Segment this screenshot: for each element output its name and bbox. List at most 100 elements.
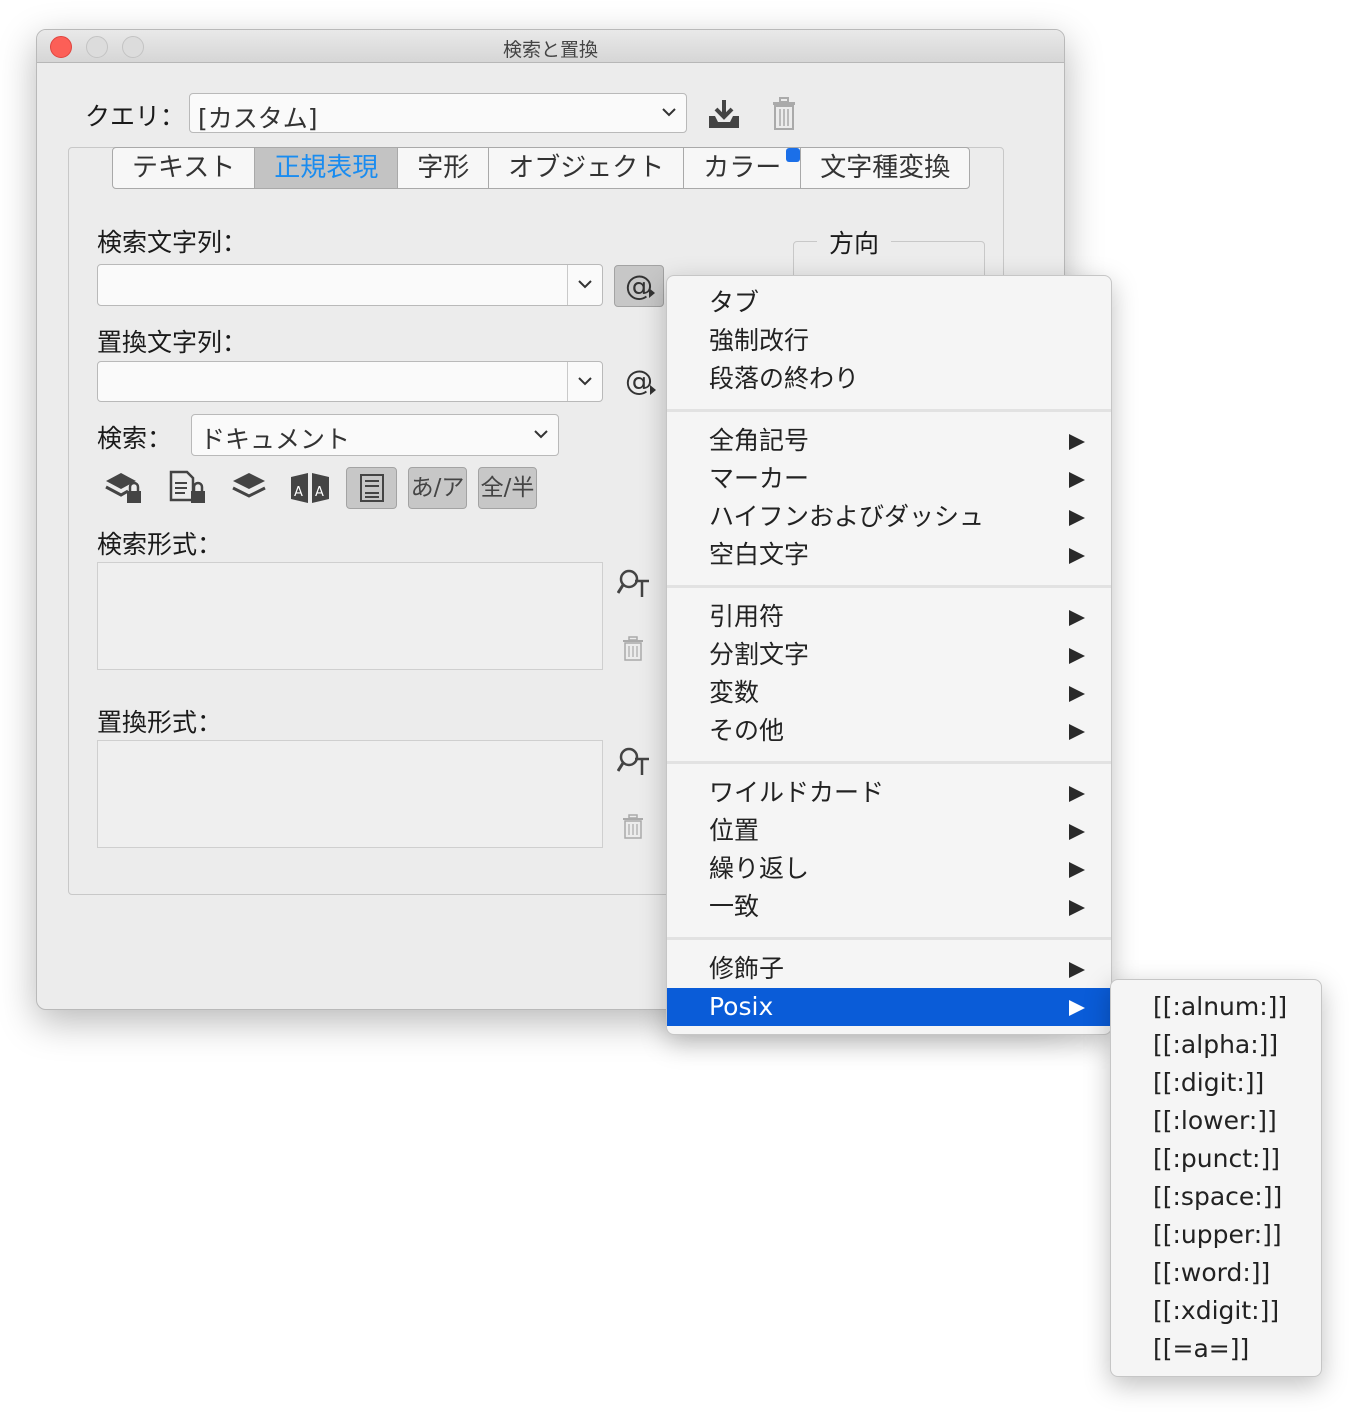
query-select[interactable]: [カスタム] xyxy=(189,93,687,133)
tab-text[interactable]: テキスト xyxy=(113,148,256,188)
submenu-arrow-icon xyxy=(1069,862,1085,878)
submenu-arrow-icon xyxy=(1069,548,1085,564)
submenu-arrow-icon xyxy=(1069,686,1085,702)
submenu-arrow-icon xyxy=(1069,724,1085,740)
at-icon: @ xyxy=(625,364,653,397)
find-input[interactable] xyxy=(97,264,603,306)
chevron-down-icon xyxy=(524,415,558,455)
submenu-item[interactable]: [[:alpha:]] xyxy=(1111,1026,1321,1064)
submenu-item[interactable]: [[:space:]] xyxy=(1111,1178,1321,1216)
submenu-item[interactable]: [[=a=]] xyxy=(1111,1330,1321,1368)
submenu-arrow-icon xyxy=(1069,610,1085,626)
menu-item[interactable]: 段落の終わり xyxy=(667,360,1111,398)
menu-item[interactable]: ハイフンおよびダッシュ xyxy=(667,498,1111,536)
specify-change-format-icon[interactable] xyxy=(617,746,651,776)
submenu-arrow-icon xyxy=(1069,472,1085,488)
menu-item[interactable]: 分割文字 xyxy=(667,636,1111,674)
search-scope-select[interactable]: ドキュメント xyxy=(191,414,559,456)
menu-item[interactable]: ワイルドカード xyxy=(667,774,1111,812)
menu-item-label: 繰り返し xyxy=(709,854,810,883)
query-label: クエリ： xyxy=(85,102,186,131)
menu-item[interactable]: 位置 xyxy=(667,812,1111,850)
tab-color[interactable]: カラー xyxy=(684,148,802,188)
change-input[interactable] xyxy=(97,361,603,402)
menu-item-label: 空白文字 xyxy=(709,540,810,569)
notification-dot xyxy=(786,148,801,162)
submenu-arrow-icon xyxy=(1069,648,1085,664)
change-format-label: 置換形式： xyxy=(97,708,223,737)
window-title: 検索と置換 xyxy=(502,39,598,61)
clear-change-format-icon[interactable] xyxy=(622,814,644,840)
change-special-characters-button[interactable]: @ xyxy=(614,361,664,403)
tab-glyph[interactable]: 字形 xyxy=(398,148,490,188)
submenu-item[interactable]: [[:punct:]] xyxy=(1111,1140,1321,1178)
submenu-item[interactable]: [[:xdigit:]] xyxy=(1111,1292,1321,1330)
menu-item-label: Posix xyxy=(709,992,774,1021)
menu-item[interactable]: 繰り返し xyxy=(667,850,1111,888)
menu-item-posix[interactable]: Posix xyxy=(667,988,1111,1026)
query-value: [カスタム] xyxy=(198,104,318,133)
menu-item-label: 位置 xyxy=(709,816,760,845)
tab-color-label: カラー xyxy=(703,153,782,183)
change-format-box[interactable] xyxy=(97,740,603,848)
tab-transliterate[interactable]: 文字種変換 xyxy=(801,148,969,188)
find-label: 検索文字列： xyxy=(97,228,248,257)
submenu-item[interactable]: [[:upper:]] xyxy=(1111,1216,1321,1254)
menu-item[interactable]: 強制改行 xyxy=(667,322,1111,360)
tab-grep[interactable]: 正規表現 xyxy=(255,148,399,188)
menu-separator xyxy=(667,585,1111,588)
include-hidden-layers-icon[interactable] xyxy=(227,467,273,509)
menu-item[interactable]: タブ xyxy=(667,284,1111,322)
specify-find-format-icon[interactable] xyxy=(617,568,651,598)
submenu-item[interactable]: [[:word:]] xyxy=(1111,1254,1321,1292)
submenu-item[interactable]: [[:lower:]] xyxy=(1111,1102,1321,1140)
submenu-arrow-icon xyxy=(1069,962,1085,978)
find-format-label: 検索形式： xyxy=(97,530,223,559)
include-locked-stories-icon[interactable] xyxy=(165,467,211,509)
submenu-arrow-icon xyxy=(1069,1000,1085,1016)
menu-item-label: マーカー xyxy=(709,464,810,493)
menu-item[interactable]: マーカー xyxy=(667,460,1111,498)
menu-item[interactable]: 一致 xyxy=(667,888,1111,926)
menu-item-label: 引用符 xyxy=(709,602,785,631)
chevron-down-icon[interactable] xyxy=(567,265,602,305)
svg-text:A: A xyxy=(294,485,303,500)
search-label: 検索： xyxy=(97,424,173,453)
footnote-icon xyxy=(359,474,384,502)
chevron-down-icon[interactable] xyxy=(567,362,602,401)
search-scope-value: ドキュメント xyxy=(200,425,351,454)
save-query-icon[interactable] xyxy=(706,98,742,130)
submenu-arrow-icon xyxy=(1069,786,1085,802)
kana-sensitive-button[interactable]: あ/ア xyxy=(408,467,467,509)
clear-find-format-icon[interactable] xyxy=(622,636,644,662)
include-locked-layers-icon[interactable] xyxy=(101,467,147,509)
svg-text:A: A xyxy=(315,485,324,500)
special-characters-menu: タブ 強制改行 段落の終わり 全角記号 マーカー ハイフンおよびダッシュ 空白文… xyxy=(666,275,1112,1035)
submenu-item[interactable]: [[:digit:]] xyxy=(1111,1064,1321,1102)
menu-separator xyxy=(667,761,1111,764)
include-footnotes-button[interactable] xyxy=(346,467,397,509)
menu-item[interactable]: 空白文字 xyxy=(667,536,1111,574)
change-label: 置換文字列： xyxy=(97,328,248,357)
menu-item-label: その他 xyxy=(709,716,785,745)
find-format-box[interactable] xyxy=(97,562,603,670)
submenu-arrow-icon xyxy=(1069,510,1085,526)
find-special-characters-button[interactable]: @ xyxy=(614,265,664,307)
menu-item[interactable]: 全角記号 xyxy=(667,422,1111,460)
menu-item[interactable]: 修飾子 xyxy=(667,950,1111,988)
tab-bar: テキスト 正規表現 字形 オブジェクト カラー 文字種変換 xyxy=(112,147,971,189)
menu-separator xyxy=(667,409,1111,412)
chevron-down-icon xyxy=(652,94,686,132)
width-sensitive-button[interactable]: 全/半 xyxy=(478,467,537,509)
include-master-pages-icon[interactable]: A A xyxy=(287,467,333,509)
menu-item[interactable]: 変数 xyxy=(667,674,1111,712)
submenu-item[interactable]: [[:alnum:]] xyxy=(1111,988,1321,1026)
submenu-arrow-icon xyxy=(1069,900,1085,916)
delete-query-icon[interactable] xyxy=(771,97,797,131)
menu-item[interactable]: その他 xyxy=(667,712,1111,750)
menu-item-label: ハイフンおよびダッシュ xyxy=(709,502,985,531)
title-bar[interactable]: 検索と置換 xyxy=(37,30,1064,63)
menu-item[interactable]: 引用符 xyxy=(667,598,1111,636)
menu-item-label: 変数 xyxy=(709,678,760,707)
tab-object[interactable]: オブジェクト xyxy=(489,148,685,188)
